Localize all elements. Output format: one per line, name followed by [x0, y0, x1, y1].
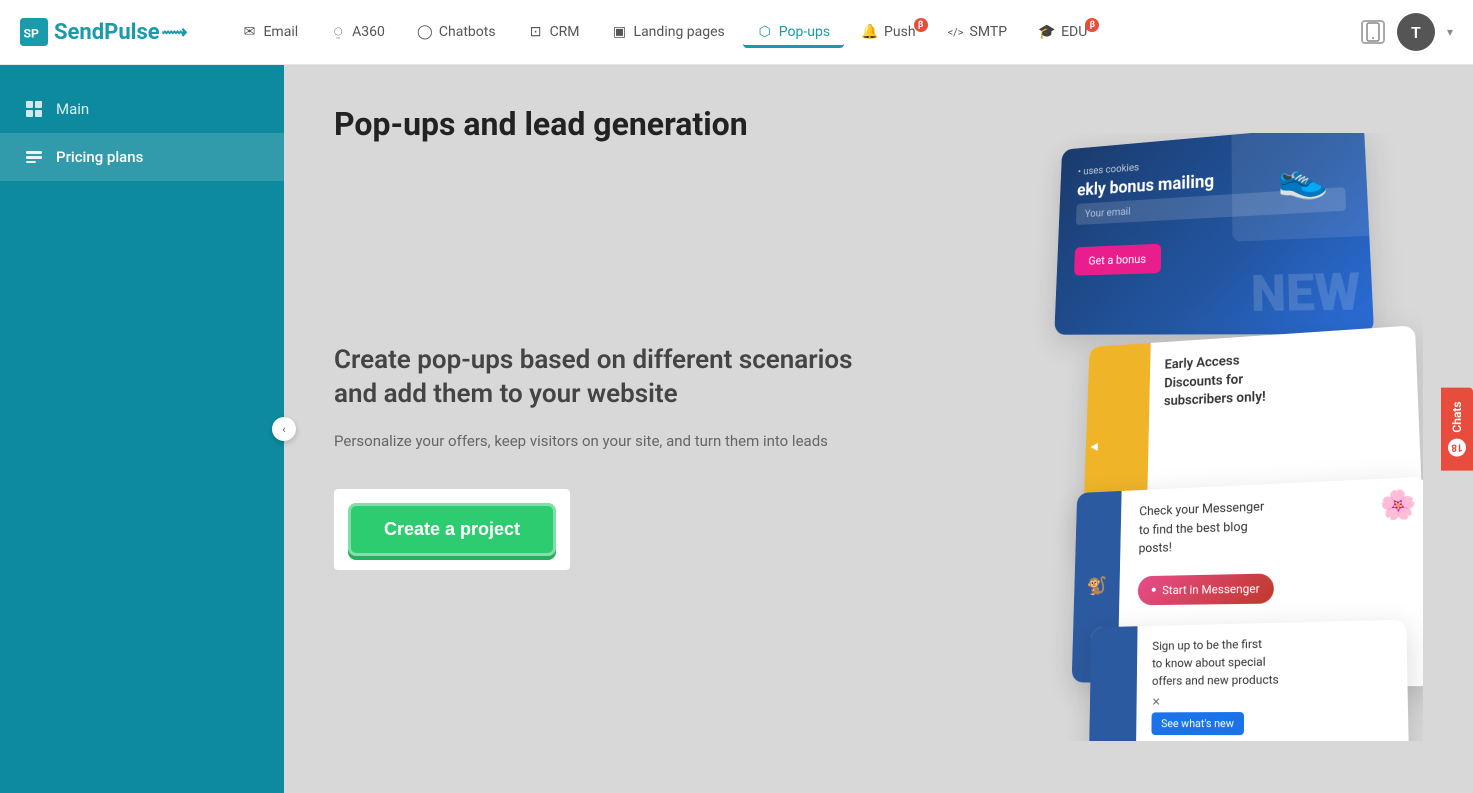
- nav-item-pop-ups[interactable]: ⬡ Pop-ups: [743, 16, 844, 48]
- card4-button: See what's new: [1151, 712, 1243, 735]
- nav-item-crm[interactable]: ⊡ CRM: [514, 16, 594, 48]
- pop-ups-icon: ⬡: [757, 24, 773, 40]
- card3-text3: posts!: [1139, 541, 1172, 556]
- chats-badge-container: 18 Chats: [1441, 387, 1473, 470]
- promo-text: Create pop-ups based on different scenar…: [334, 344, 894, 569]
- beta-badge-edu: β: [1085, 18, 1099, 32]
- nav-item-edu[interactable]: 🎓 EDU β: [1025, 16, 1101, 48]
- content-inner: Pop-ups and lead generation Create pop-u…: [284, 65, 1473, 793]
- nav-items: ✉ Email ⍜ A360 ◯ Chatbots ⊡ CRM ▣ Landin…: [227, 16, 1361, 48]
- smtp-icon: </>: [948, 24, 964, 40]
- create-project-button[interactable]: Create a project: [348, 503, 556, 556]
- chats-count: 18: [1448, 439, 1466, 457]
- nav-item-landing-pages[interactable]: ▣ Landing pages: [598, 16, 739, 48]
- nav-item-label: A360: [352, 24, 385, 40]
- main-layout: Main Pricing plans ‹ Pop-ups and lead ge…: [0, 65, 1473, 793]
- nav-item-push[interactable]: 🔔 Push β: [848, 16, 930, 48]
- card4-text3: offers and new products: [1152, 673, 1279, 688]
- mobile-preview-icon[interactable]: [1361, 20, 1385, 44]
- pricing-plans-icon: [24, 147, 44, 167]
- beta-badge-push: β: [914, 18, 928, 32]
- chats-badge[interactable]: 18 Chats: [1441, 387, 1473, 470]
- illustration: • uses cookies ekly bonus mailing Your e…: [943, 133, 1423, 741]
- push-icon: 🔔: [862, 24, 878, 40]
- nav-item-label: Pop-ups: [779, 24, 830, 40]
- sidebar: Main Pricing plans ‹: [0, 65, 284, 793]
- logo-text: SendPulse: [54, 20, 160, 45]
- chatbots-icon: ◯: [417, 24, 433, 40]
- sidebar-item-pricing-plans[interactable]: Pricing plans: [0, 133, 284, 181]
- card3-button: ● Start in Messenger: [1138, 573, 1274, 605]
- svg-text:SP: SP: [24, 26, 40, 40]
- chats-label: Chats: [1450, 401, 1464, 432]
- nav-item-label: Push: [884, 24, 916, 40]
- card1-button: Get a bonus: [1074, 244, 1161, 276]
- sidebar-item-label: Pricing plans: [56, 148, 143, 166]
- sidebar-item-main[interactable]: Main: [0, 85, 284, 133]
- top-navigation: SP SendPulse ⟿ ✉ Email ⍜ A360 ◯ Chatbots…: [0, 0, 1473, 65]
- sidebar-collapse-button[interactable]: ‹: [272, 417, 296, 441]
- card4-text1: Sign up to be the first: [1152, 637, 1262, 653]
- promo-area: Create pop-ups based on different scenar…: [334, 173, 1423, 741]
- nav-item-a360[interactable]: ⍜ A360: [316, 16, 399, 48]
- card3-text1: Check your Messenger: [1139, 500, 1264, 519]
- card3-text2: to find the best blog: [1139, 519, 1248, 537]
- card1-new-label: NEW: [1251, 261, 1363, 324]
- promo-subtext: Personalize your offers, keep visitors o…: [334, 430, 894, 453]
- nav-item-chatbots[interactable]: ◯ Chatbots: [403, 16, 510, 48]
- content-area: Pop-ups and lead generation Create pop-u…: [284, 65, 1473, 793]
- nav-item-label: EDU: [1061, 24, 1087, 40]
- nav-item-smtp[interactable]: </> SMTP: [934, 16, 1022, 48]
- card2-text1: Early Access: [1165, 353, 1240, 372]
- dropdown-arrow-icon[interactable]: ▾: [1447, 25, 1453, 39]
- nav-right: T ▾: [1361, 13, 1453, 51]
- email-icon: ✉: [241, 24, 257, 40]
- sidebar-item-label: Main: [56, 100, 89, 118]
- illustration-card-4: Sign up to be the first to know about sp…: [1089, 620, 1409, 741]
- illustration-card-1: • uses cookies ekly bonus mailing Your e…: [1054, 133, 1374, 335]
- button-highlight-box: Create a project: [334, 489, 570, 570]
- nav-item-label: Landing pages: [634, 24, 725, 40]
- avatar[interactable]: T: [1397, 13, 1435, 51]
- landing-pages-icon: ▣: [612, 24, 628, 40]
- nav-item-email[interactable]: ✉ Email: [227, 16, 312, 48]
- promo-headline: Create pop-ups based on different scenar…: [334, 344, 894, 412]
- crm-icon: ⊡: [528, 24, 544, 40]
- a360-icon: ⍜: [330, 24, 346, 40]
- edu-icon: 🎓: [1039, 24, 1055, 40]
- avatar-letter: T: [1411, 23, 1421, 42]
- nav-item-label: Email: [263, 24, 298, 40]
- main-icon: [24, 99, 44, 119]
- nav-item-label: CRM: [550, 24, 580, 40]
- nav-item-label: Chatbots: [439, 24, 496, 40]
- card2-text2: Discounts for: [1164, 372, 1243, 391]
- nav-item-label: SMTP: [970, 24, 1008, 40]
- logo[interactable]: SP SendPulse ⟿: [20, 18, 187, 46]
- collapse-icon: ‹: [282, 423, 285, 436]
- card4-text2: to know about special: [1152, 655, 1266, 671]
- card2-text3: subscribers only!: [1164, 389, 1266, 409]
